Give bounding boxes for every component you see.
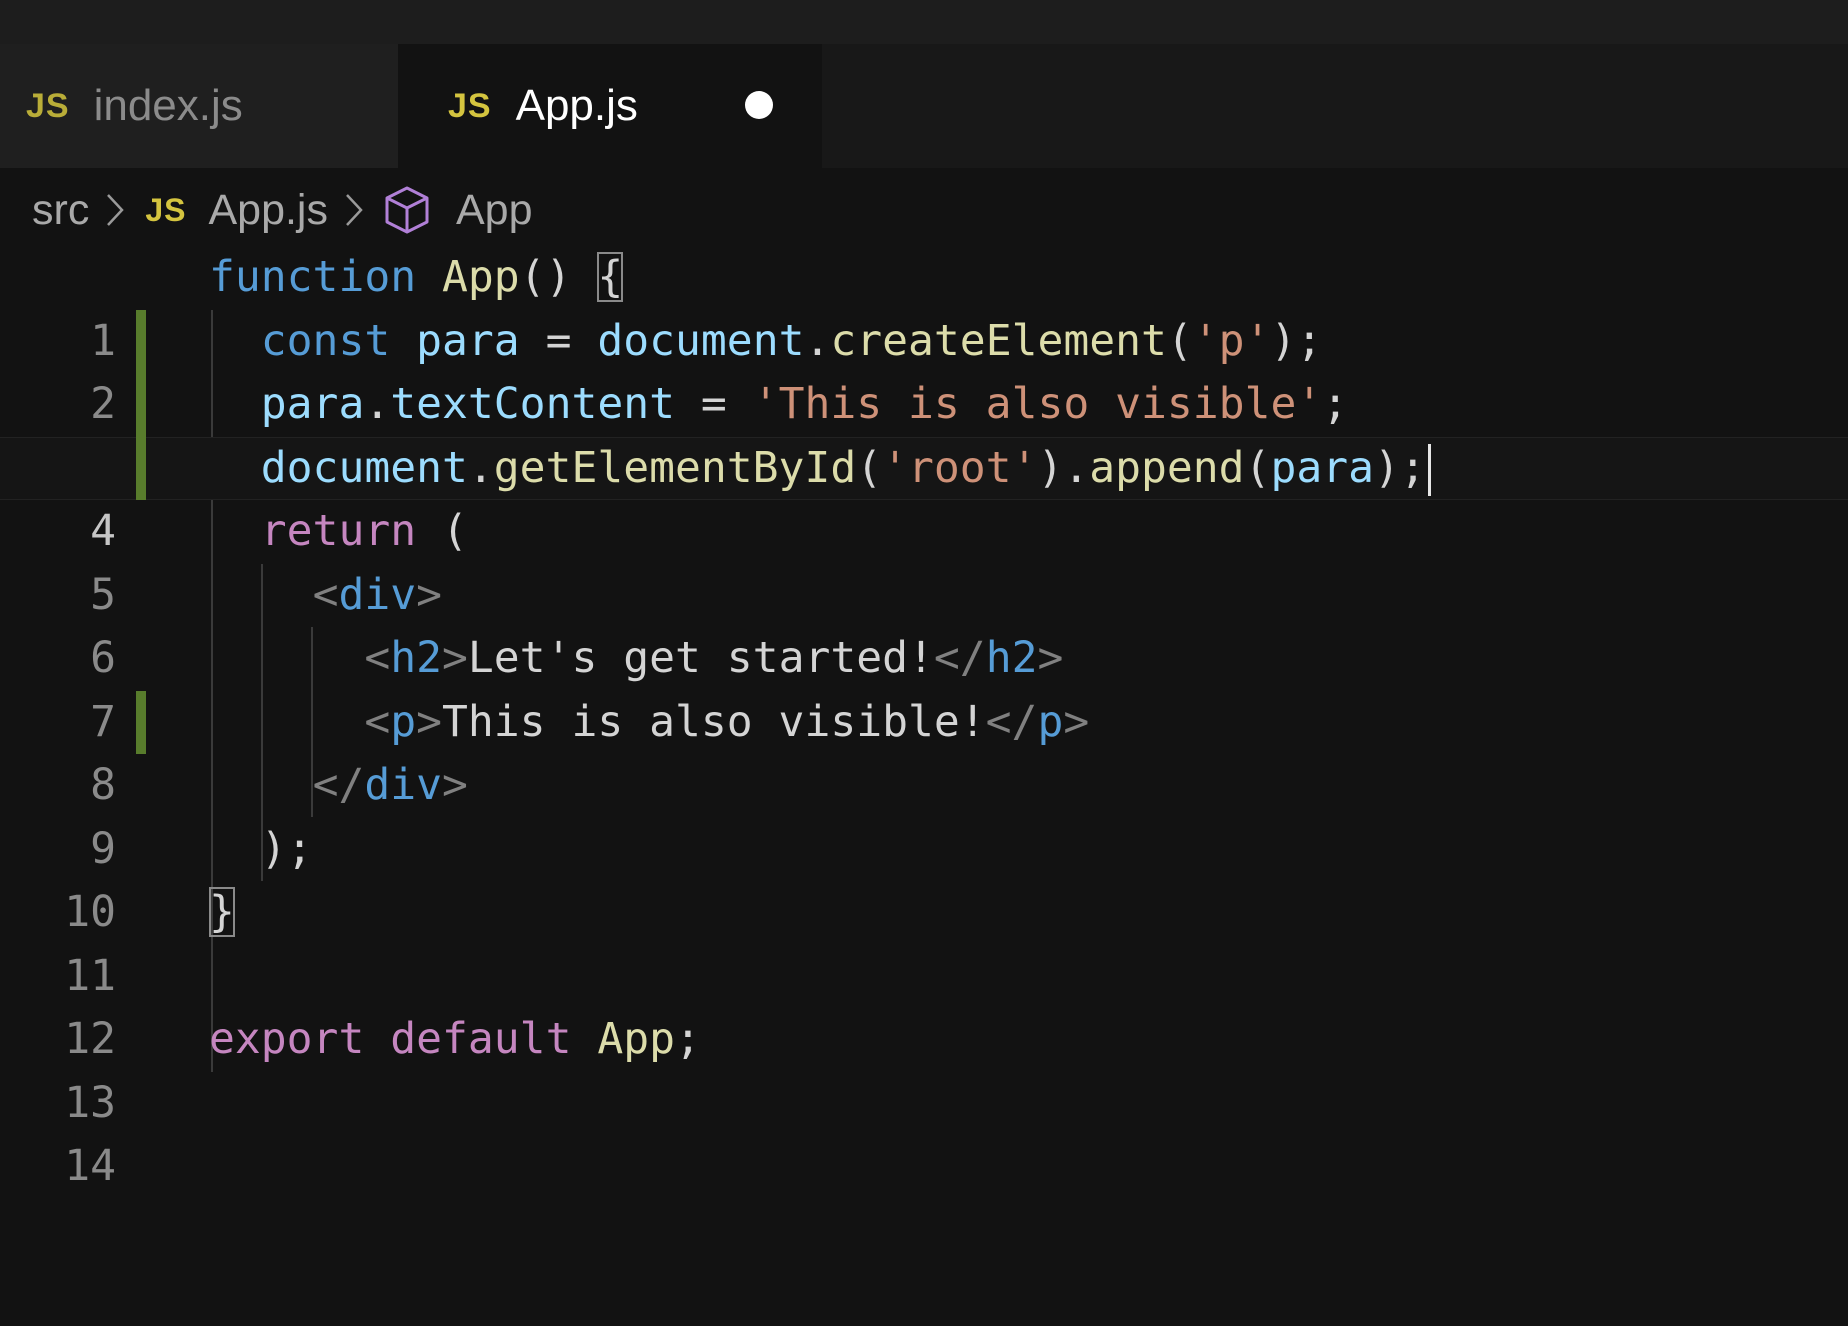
matching-bracket: } (209, 887, 235, 937)
modified-line-marker[interactable] (136, 373, 146, 437)
tab-app-js[interactable]: JS App.js (398, 44, 822, 168)
code-text: <div> (312, 569, 443, 620)
unsaved-changes-dot-icon[interactable] (745, 91, 773, 119)
breadcrumb-folder-label: src (32, 185, 90, 234)
code-line-10[interactable]: 10 ); (0, 818, 1848, 938)
code-line-6[interactable]: 6 <div> (0, 564, 1848, 684)
code-line-8[interactable]: 8 <p>This is also visible!</p> (0, 690, 1848, 810)
breadcrumb-file-label: App.js (208, 185, 328, 234)
javascript-file-icon: JS (26, 86, 70, 125)
code-line-13[interactable]: 13 export default App; (0, 1008, 1848, 1128)
code-line-4-current[interactable]: 4 document.getElementById('root').append… (0, 436, 1848, 556)
modified-line-marker[interactable] (136, 309, 146, 373)
code-text: const para = document.createElement('p')… (260, 315, 1323, 366)
code-line-11[interactable]: 11 } (0, 881, 1848, 1001)
code-line-2[interactable]: 2 const para = document.createElement('p… (0, 309, 1848, 429)
code-text: para.textContent = 'This is also visible… (260, 379, 1349, 429)
cube-icon (384, 185, 430, 235)
code-line-1[interactable]: 1 function App() { (0, 246, 1848, 366)
javascript-file-icon: JS (448, 86, 492, 125)
modified-line-marker[interactable] (136, 436, 146, 500)
code-text: <h2>Let's get started!</h2> (364, 633, 1064, 683)
javascript-file-icon: JS (145, 191, 187, 228)
text-cursor (1427, 444, 1431, 496)
code-editor[interactable]: 1 function App() { 2 const para = docume… (0, 246, 1848, 1206)
tab-index-js[interactable]: JS index.js (0, 44, 398, 168)
breadcrumb-file[interactable]: JS App.js (145, 186, 328, 235)
code-text: function App() { (209, 252, 624, 302)
code-text: document.getElementById('root').append(p… (209, 437, 1431, 501)
breadcrumb-symbol[interactable]: App (384, 185, 533, 235)
code-line-3[interactable]: 3 para.textContent = 'This is also visib… (0, 373, 1848, 493)
tab-label: index.js (93, 81, 243, 130)
breadcrumb-folder[interactable]: src (32, 186, 89, 235)
code-text: } (209, 881, 235, 945)
code-text: export default App; (209, 1014, 701, 1064)
chevron-right-icon (344, 192, 364, 228)
code-text: </div> (312, 760, 468, 810)
breadcrumb: src JS App.js App (0, 168, 1848, 252)
modified-line-marker[interactable] (136, 690, 146, 754)
code-line-14[interactable]: 14 (0, 1072, 1848, 1191)
tab-label: App.js (515, 81, 638, 130)
window-title-strip (0, 0, 1848, 44)
code-text: ); (260, 823, 313, 874)
code-line-9[interactable]: 9 </div> (0, 754, 1848, 874)
breadcrumb-symbol-label: App (455, 185, 533, 234)
editor-tab-bar: JS index.js JS App.js (0, 44, 1848, 168)
matching-bracket: { (597, 252, 624, 302)
line-number: 14 (64, 1141, 116, 1191)
code-text: return ( (260, 506, 468, 556)
code-line-7[interactable]: 7 <h2>Let's get started!</h2> (0, 627, 1848, 747)
chevron-right-icon (105, 192, 125, 228)
code-line-12[interactable]: 12 (0, 945, 1848, 1064)
code-text: <p>This is also visible!</p> (364, 696, 1090, 747)
code-line-5[interactable]: 5 return ( (0, 500, 1848, 620)
